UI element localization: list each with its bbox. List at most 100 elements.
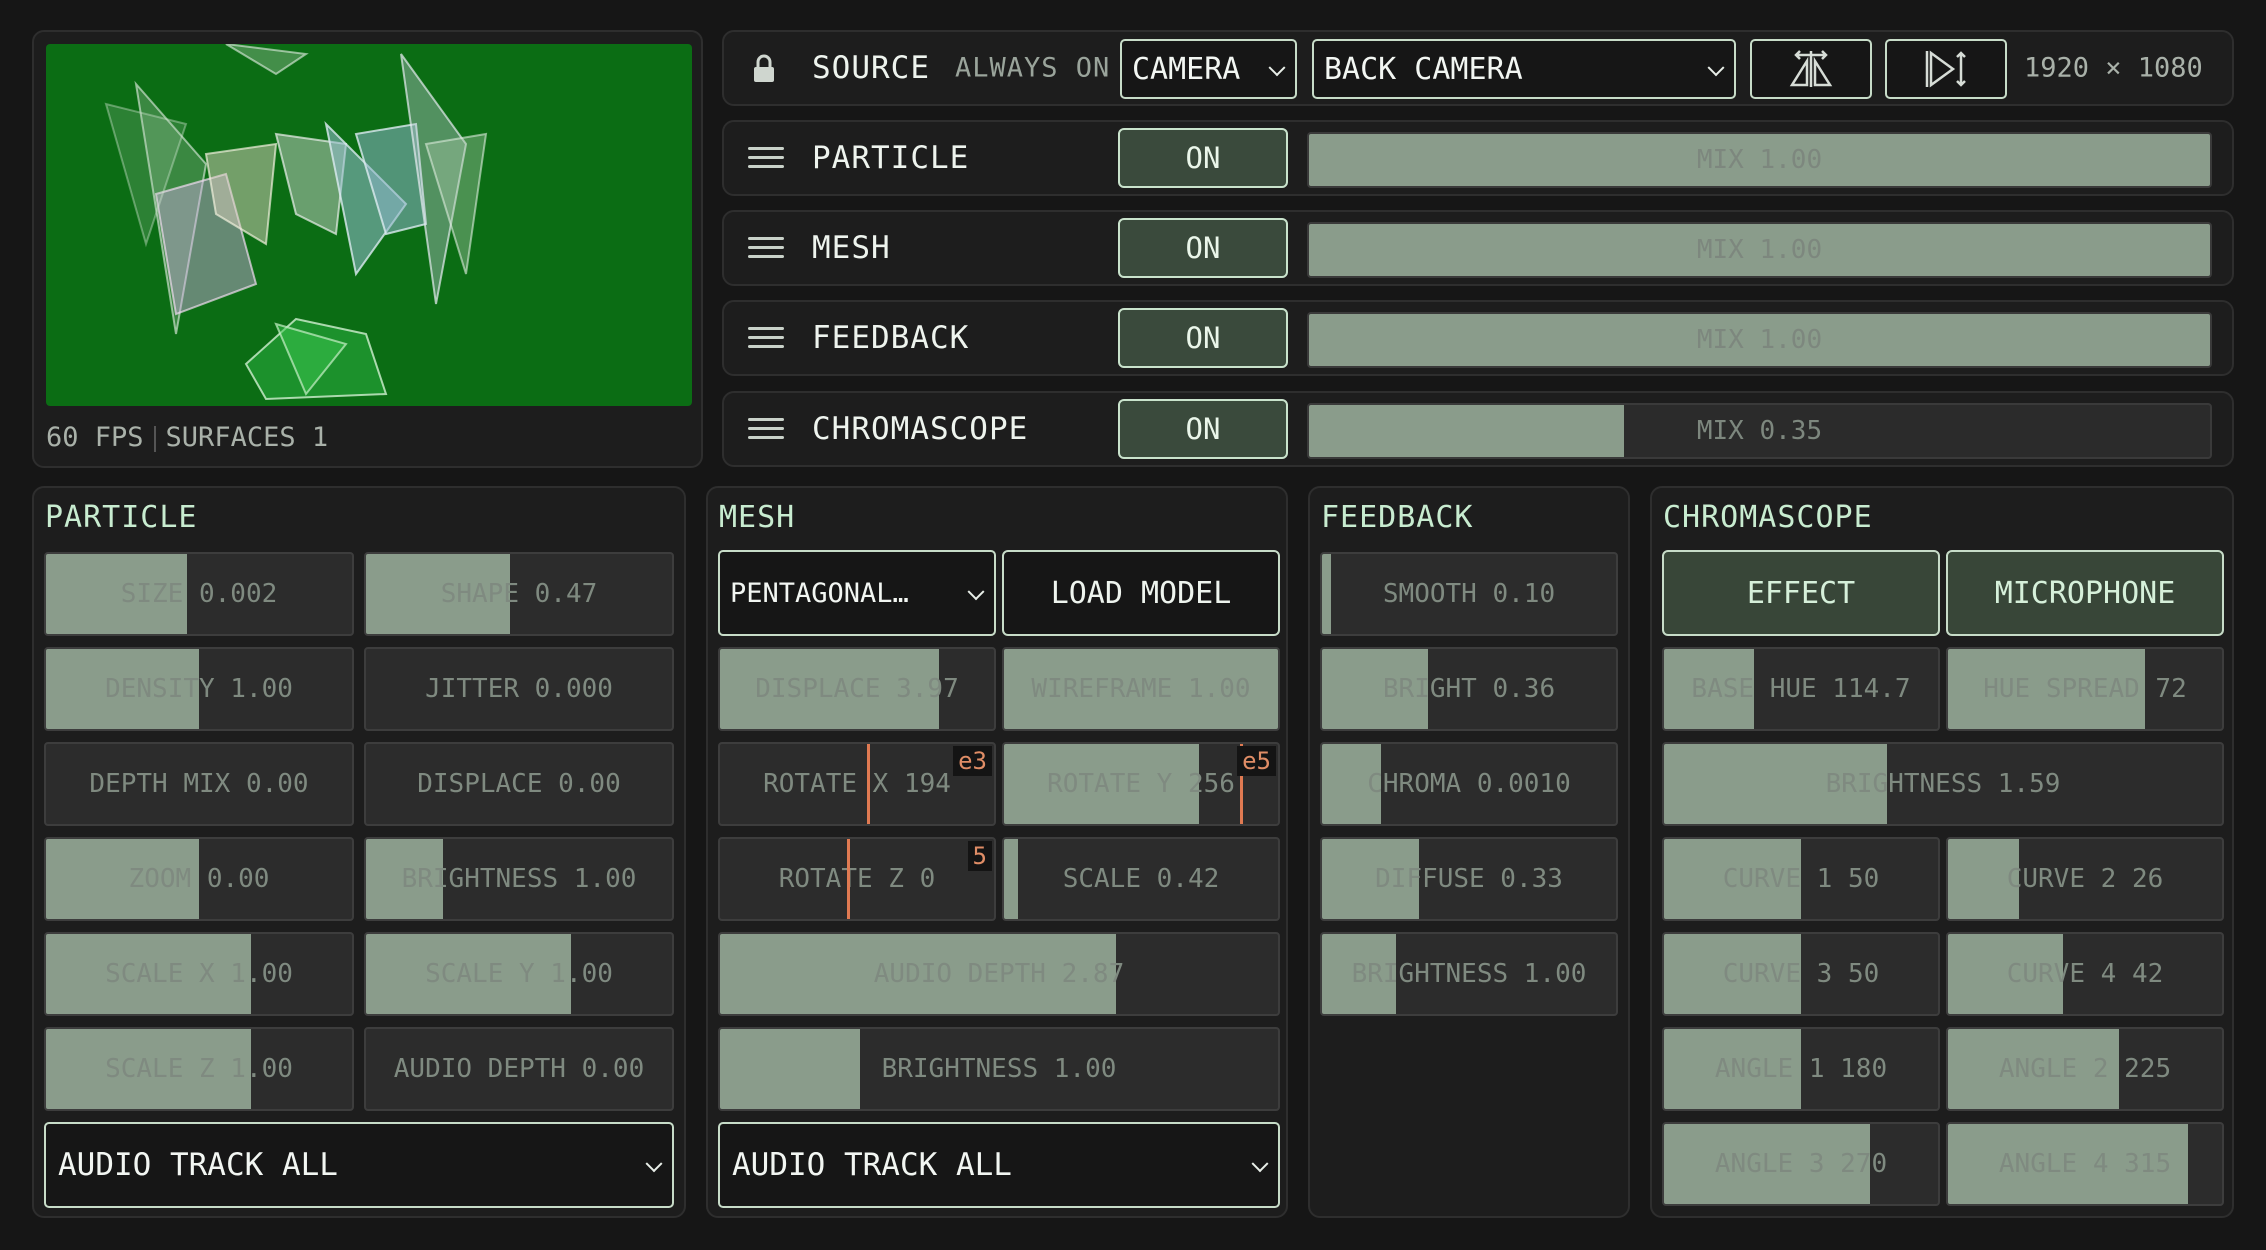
curve-4-slider[interactable]: CURVE 4 42 xyxy=(1946,932,2224,1016)
scale-x-slider[interactable]: SCALE X 1.00 xyxy=(44,932,354,1016)
rotate-x-slider[interactable]: ROTATE X 194 e3 xyxy=(718,742,996,826)
rotation-badge: e5 xyxy=(1237,746,1276,776)
slider-label: DENSITY 1.00 xyxy=(105,674,293,704)
slider-label: DISPLACE 0.00 xyxy=(417,769,621,799)
brightness-slider[interactable]: BRIGHTNESS 1.00 xyxy=(718,1027,1280,1111)
scale-y-slider[interactable]: SCALE Y 1.00 xyxy=(364,932,674,1016)
mix-slider[interactable]: MIX 1.00 xyxy=(1307,222,2212,278)
slider-label: AUDIO DEPTH 2.87 xyxy=(873,959,1125,989)
section-title: FEEDBACK xyxy=(1321,500,1474,535)
shape-slider[interactable]: SHAPE 0.47 xyxy=(364,552,674,636)
slider-label: CURVE 1 50 xyxy=(1722,864,1880,894)
preview-panel: 60 FPS SURFACES 1 xyxy=(32,30,703,468)
jitter-slider[interactable]: JITTER 0.000 xyxy=(364,647,674,731)
slider-label: SCALE Y 1.00 xyxy=(425,959,613,989)
scale-z-slider[interactable]: SCALE Z 1.00 xyxy=(44,1027,354,1111)
mix-label: MIX 0.35 xyxy=(1696,416,1823,446)
brightness-slider[interactable]: BRIGHTNESS 1.00 xyxy=(364,837,674,921)
layer-toggle-button[interactable]: ON xyxy=(1118,128,1288,188)
slider-label: SCALE X 1.00 xyxy=(105,959,293,989)
camera-value: BACK CAMERA xyxy=(1324,51,1523,87)
audio-depth-slider[interactable]: AUDIO DEPTH 2.87 xyxy=(718,932,1280,1016)
displace-slider[interactable]: DISPLACE 3.97 xyxy=(718,647,996,731)
layer-toggle-button[interactable]: ON xyxy=(1118,308,1288,368)
surfaces-readout: SURFACES 1 xyxy=(165,422,329,453)
audio-depth-slider[interactable]: AUDIO DEPTH 0.00 xyxy=(364,1027,674,1111)
hue-spread-slider[interactable]: HUE SPREAD 72 xyxy=(1946,647,2224,731)
source-type-select[interactable]: CAMERA xyxy=(1120,39,1297,99)
zoom-slider[interactable]: ZOOM 0.00 xyxy=(44,837,354,921)
lock-icon xyxy=(754,54,774,82)
drag-handle-icon[interactable] xyxy=(748,147,784,169)
mix-slider[interactable]: MIX 1.00 xyxy=(1307,312,2212,368)
slider-label: DIFFUSE 0.33 xyxy=(1375,864,1563,894)
mix-slider[interactable]: MIX 1.00 xyxy=(1307,132,2212,188)
chromascope-panel: CHROMASCOPE EFFECT MICROPHONE BASE HUE 1… xyxy=(1650,486,2234,1218)
layer-toggle-button[interactable]: ON xyxy=(1118,218,1288,278)
curve-2-slider[interactable]: CURVE 2 26 xyxy=(1946,837,2224,921)
slider-label: CHROMA 0.0010 xyxy=(1367,769,1571,799)
flip-vertical-icon xyxy=(1925,50,1966,88)
drag-handle-icon[interactable] xyxy=(748,418,784,440)
bright-slider[interactable]: BRIGHT 0.36 xyxy=(1320,647,1618,731)
slider-label: JITTER 0.000 xyxy=(425,674,613,704)
density-slider[interactable]: DENSITY 1.00 xyxy=(44,647,354,731)
microphone-button[interactable]: MICROPHONE xyxy=(1946,550,2224,636)
chevron-down-icon xyxy=(967,583,985,601)
slider-label: BASE HUE 114.7 xyxy=(1691,674,1911,704)
rotation-badge: e3 xyxy=(953,746,992,776)
resolution-readout: 1920 × 1080 xyxy=(2024,52,2203,84)
load-model-button[interactable]: LOAD MODEL xyxy=(1002,550,1280,636)
slider-label: SHAPE 0.47 xyxy=(440,579,598,609)
chroma-slider[interactable]: CHROMA 0.0010 xyxy=(1320,742,1618,826)
smooth-slider[interactable]: SMOOTH 0.10 xyxy=(1320,552,1618,636)
slider-label: AUDIO DEPTH 0.00 xyxy=(393,1054,645,1084)
model-value: PENTAGONAL… xyxy=(730,577,909,609)
section-title: MESH xyxy=(719,500,796,535)
angle-2-slider[interactable]: ANGLE 2 225 xyxy=(1946,1027,2224,1111)
curve-1-slider[interactable]: CURVE 1 50 xyxy=(1662,837,1940,921)
slider-label: BRIGHT 0.36 xyxy=(1382,674,1556,704)
source-row: SOURCE ALWAYS ON CAMERA BACK CAMERA 1920… xyxy=(722,30,2234,106)
audio-track-select[interactable]: AUDIO TRACK ALL xyxy=(718,1122,1280,1208)
source-mode[interactable]: ALWAYS ON xyxy=(955,53,1110,84)
slider-label: BRIGHTNESS 1.00 xyxy=(401,864,637,894)
rotation-badge: 5 xyxy=(967,841,992,871)
flip-horizontal-button[interactable] xyxy=(1750,39,1872,99)
drag-handle-icon[interactable] xyxy=(748,237,784,259)
audio-track-select[interactable]: AUDIO TRACK ALL xyxy=(44,1122,674,1208)
slider-label: CURVE 2 26 xyxy=(2006,864,2164,894)
layer-row-chromascope: CHROMASCOPE ON MIX 0.35 xyxy=(722,391,2234,467)
layer-toggle-button[interactable]: ON xyxy=(1118,399,1288,459)
scale-slider[interactable]: SCALE 0.42 xyxy=(1002,837,1280,921)
layer-name: PARTICLE xyxy=(812,140,970,176)
curve-3-slider[interactable]: CURVE 3 50 xyxy=(1662,932,1940,1016)
render-preview[interactable] xyxy=(46,44,692,406)
brightness-slider[interactable]: BRIGHTNESS 1.00 xyxy=(1320,932,1618,1016)
rotate-y-slider[interactable]: ROTATE Y 256 e5 xyxy=(1002,742,1280,826)
mix-slider[interactable]: MIX 0.35 xyxy=(1307,403,2212,459)
angle-1-slider[interactable]: ANGLE 1 180 xyxy=(1662,1027,1940,1111)
flip-vertical-button[interactable] xyxy=(1885,39,2007,99)
drag-handle-icon[interactable] xyxy=(748,327,784,349)
slider-label: CURVE 3 50 xyxy=(1722,959,1880,989)
base-hue-slider[interactable]: BASE HUE 114.7 xyxy=(1662,647,1940,731)
angle-4-slider[interactable]: ANGLE 4 315 xyxy=(1946,1122,2224,1206)
layer-row-mesh: MESH ON MIX 1.00 xyxy=(722,210,2234,286)
slider-label: ANGLE 4 315 xyxy=(1998,1149,2172,1179)
slider-label: ANGLE 3 270 xyxy=(1714,1149,1888,1179)
depth-mix-slider[interactable]: DEPTH MIX 0.00 xyxy=(44,742,354,826)
wireframe-slider[interactable]: WIREFRAME 1.00 xyxy=(1002,647,1280,731)
rotate-z-slider[interactable]: ROTATE Z 0 5 xyxy=(718,837,996,921)
camera-select[interactable]: BACK CAMERA xyxy=(1312,39,1736,99)
brightness-slider[interactable]: BRIGHTNESS 1.59 xyxy=(1662,742,2224,826)
diffuse-slider[interactable]: DIFFUSE 0.33 xyxy=(1320,837,1618,921)
effect-button[interactable]: EFFECT xyxy=(1662,550,1940,636)
displace-slider[interactable]: DISPLACE 0.00 xyxy=(364,742,674,826)
layer-row-feedback: FEEDBACK ON MIX 1.00 xyxy=(722,300,2234,376)
mix-label: MIX 1.00 xyxy=(1696,235,1823,265)
chevron-down-icon xyxy=(1251,1155,1269,1173)
angle-3-slider[interactable]: ANGLE 3 270 xyxy=(1662,1122,1940,1206)
model-select[interactable]: PENTAGONAL… xyxy=(718,550,996,636)
size-slider[interactable]: SIZE 0.002 xyxy=(44,552,354,636)
